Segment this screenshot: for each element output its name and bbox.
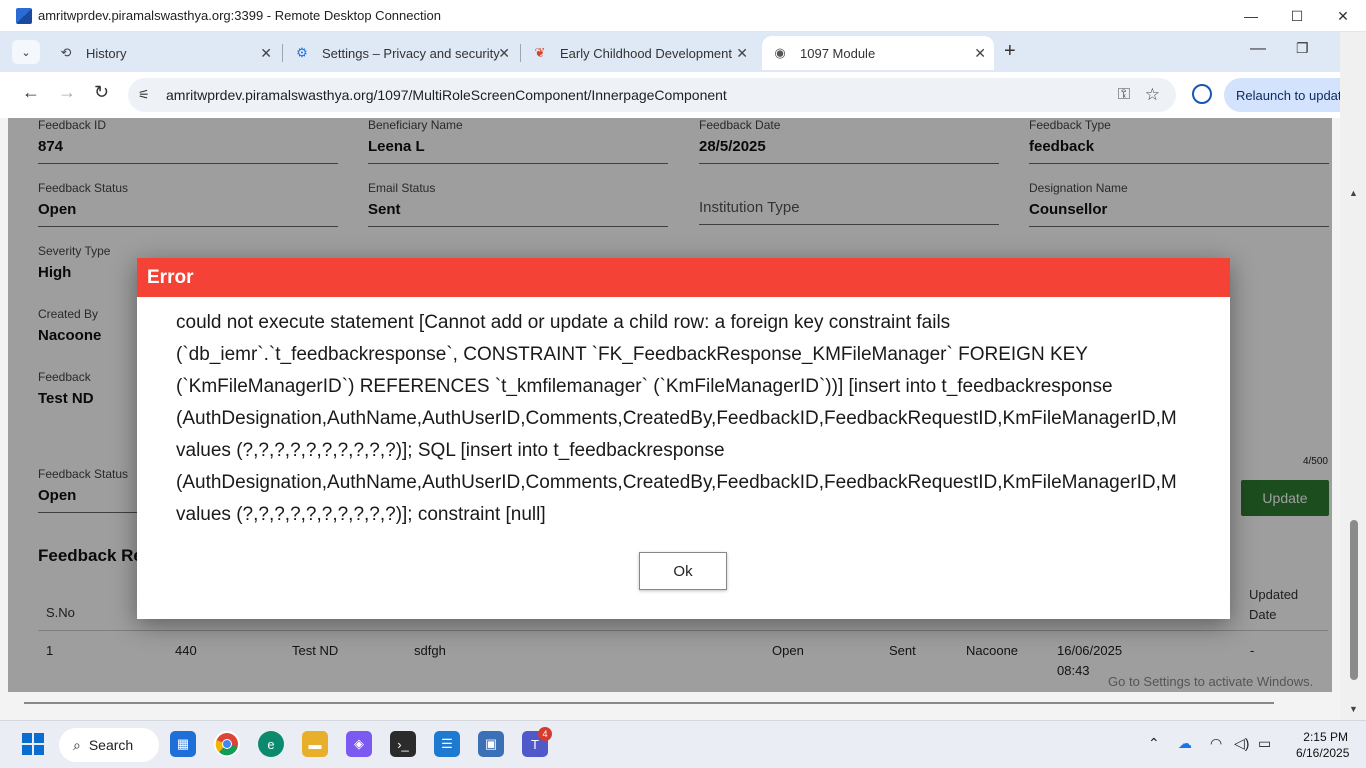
tab-label: 1097 Module xyxy=(800,45,876,61)
globe-icon: ◉ xyxy=(774,45,786,60)
scroll-down-icon[interactable]: ▼ xyxy=(1349,704,1358,714)
error-line: (AuthDesignation,AuthName,AuthUserID,Com… xyxy=(176,408,1177,429)
close-tab-icon[interactable]: ✕ xyxy=(974,45,986,62)
browser-toolbar: ← → ↻ ⚟ amritwprdev.piramalswasthya.org/… xyxy=(0,72,1340,118)
taskbar: ⌕ Search ▦ e ▬ ◈ ›_ ☰ ▣ T 4 ⌃ ☁ ◠ ◁) ▭ 2… xyxy=(0,720,1366,768)
remote-desktop-icon xyxy=(16,7,32,24)
tab-label: History xyxy=(86,45,127,61)
vertical-scrollbar[interactable]: ▲ ▼ xyxy=(1340,32,1366,720)
history-icon: ⟲ xyxy=(60,45,72,60)
scroll-up-icon[interactable]: ▲ xyxy=(1349,188,1358,198)
tab-strip: ⌄ ⟲ History ✕ ⚙ Settings – Privacy and s… xyxy=(0,32,1340,72)
remote-desktop-taskbar-icon[interactable]: ▣ xyxy=(478,731,504,757)
tab-divider xyxy=(282,44,283,62)
tab-divider xyxy=(520,44,521,62)
browser-frame: ⌄ ⟲ History ✕ ⚙ Settings – Privacy and s… xyxy=(0,32,1340,118)
file-explorer-icon[interactable]: ▬ xyxy=(302,731,328,757)
url-text[interactable]: amritwprdev.piramalswasthya.org/1097/Mul… xyxy=(166,87,727,103)
minimize-icon[interactable]: — xyxy=(1228,0,1274,32)
browser-minimize-icon[interactable]: — xyxy=(1250,40,1266,58)
search-icon: ⌕ xyxy=(73,736,81,753)
settings-gear-icon: ⚙ xyxy=(296,45,308,60)
site-info-icon[interactable]: ⚟ xyxy=(138,87,154,103)
microsoft-store-icon[interactable]: ▦ xyxy=(170,731,196,757)
tab-label: Settings – Privacy and security xyxy=(322,45,500,61)
bookmark-star-icon[interactable]: ☆ xyxy=(1145,85,1160,105)
notes-app-icon[interactable]: ☰ xyxy=(434,731,460,757)
relaunch-update-button[interactable]: Relaunch to updat xyxy=(1224,78,1340,112)
windows-start-icon[interactable] xyxy=(20,731,46,757)
error-line: values (?,?,?,?,?,?,?,?,?,?)]; SQL [inse… xyxy=(176,440,725,461)
close-tab-icon[interactable]: ✕ xyxy=(736,45,748,62)
error-dialog: Error could not execute statement [Canno… xyxy=(137,258,1230,619)
site-favicon-icon: ❦ xyxy=(534,45,546,60)
error-line: (`KmFileManagerID`) REFERENCES `t_kmfile… xyxy=(176,376,1113,397)
edge-icon[interactable]: e xyxy=(258,731,284,757)
taskbar-search[interactable]: ⌕ Search xyxy=(59,728,159,762)
reload-icon[interactable]: ↻ xyxy=(94,82,109,103)
error-line: (`db_iemr`.`t_feedbackresponse`, CONSTRA… xyxy=(176,344,1088,365)
forward-arrow-icon[interactable]: → xyxy=(58,82,76,103)
m365-icon[interactable]: ◈ xyxy=(346,731,372,757)
teams-notification-badge: 4 xyxy=(538,727,552,741)
error-dialog-title: Error xyxy=(137,258,1230,297)
error-line: could not execute statement [Cannot add … xyxy=(176,312,951,333)
address-bar[interactable]: ⚟ amritwprdev.piramalswasthya.org/1097/M… xyxy=(128,78,1176,112)
horizontal-scrollbar[interactable] xyxy=(24,702,1274,704)
close-icon[interactable]: ✕ xyxy=(1320,0,1366,32)
tab-search-dropdown-icon[interactable]: ⌄ xyxy=(12,40,40,64)
password-key-icon[interactable]: ⚿ xyxy=(1118,86,1130,104)
scrollbar-thumb[interactable] xyxy=(1350,520,1358,680)
error-message: could not execute statement [Cannot add … xyxy=(137,297,1230,531)
system-clock[interactable]: 2:15 PM 6/16/2025 xyxy=(1296,729,1350,761)
search-label: Search xyxy=(88,737,134,753)
new-tab-icon[interactable]: + xyxy=(1004,40,1016,63)
clock-date: 6/16/2025 xyxy=(1296,746,1350,760)
close-tab-icon[interactable]: ✕ xyxy=(260,45,272,62)
rdp-window-controls: — ☐ ✕ xyxy=(1228,0,1366,32)
volume-icon[interactable]: ◁) xyxy=(1234,735,1249,752)
tab-settings[interactable]: ⚙ Settings – Privacy and security ✕ xyxy=(286,36,518,70)
error-line: values (?,?,?,?,?,?,?,?,?,?)]; constrain… xyxy=(176,504,546,525)
onedrive-cloud-icon[interactable]: ☁ xyxy=(1178,735,1192,752)
tab-1097-module[interactable]: ◉ 1097 Module ✕ xyxy=(762,36,994,70)
profile-avatar-icon[interactable] xyxy=(1192,84,1212,104)
tab-label: Early Childhood Development xyxy=(560,45,732,61)
close-tab-icon[interactable]: ✕ xyxy=(498,45,510,62)
ok-button[interactable]: Ok xyxy=(639,552,727,590)
terminal-icon[interactable]: ›_ xyxy=(390,731,416,757)
show-hidden-icons-icon[interactable]: ⌃ xyxy=(1148,735,1160,752)
rdp-title: amritwprdev.piramalswasthya.org:3399 - R… xyxy=(38,8,441,23)
error-line: (AuthDesignation,AuthName,AuthUserID,Com… xyxy=(176,472,1177,493)
maximize-icon[interactable]: ☐ xyxy=(1274,0,1320,32)
wifi-icon[interactable]: ◠ xyxy=(1210,735,1222,752)
rdp-titlebar: amritwprdev.piramalswasthya.org:3399 - R… xyxy=(0,0,1366,32)
tab-early-childhood[interactable]: ❦ Early Childhood Development ✕ xyxy=(524,36,756,70)
battery-icon[interactable]: ▭ xyxy=(1258,735,1271,752)
clock-time: 2:15 PM xyxy=(1303,730,1348,744)
chrome-icon[interactable] xyxy=(214,731,240,757)
browser-restore-icon[interactable]: ❐ xyxy=(1296,40,1309,57)
tab-history[interactable]: ⟲ History ✕ xyxy=(48,36,280,70)
back-arrow-icon[interactable]: ← xyxy=(22,82,40,103)
